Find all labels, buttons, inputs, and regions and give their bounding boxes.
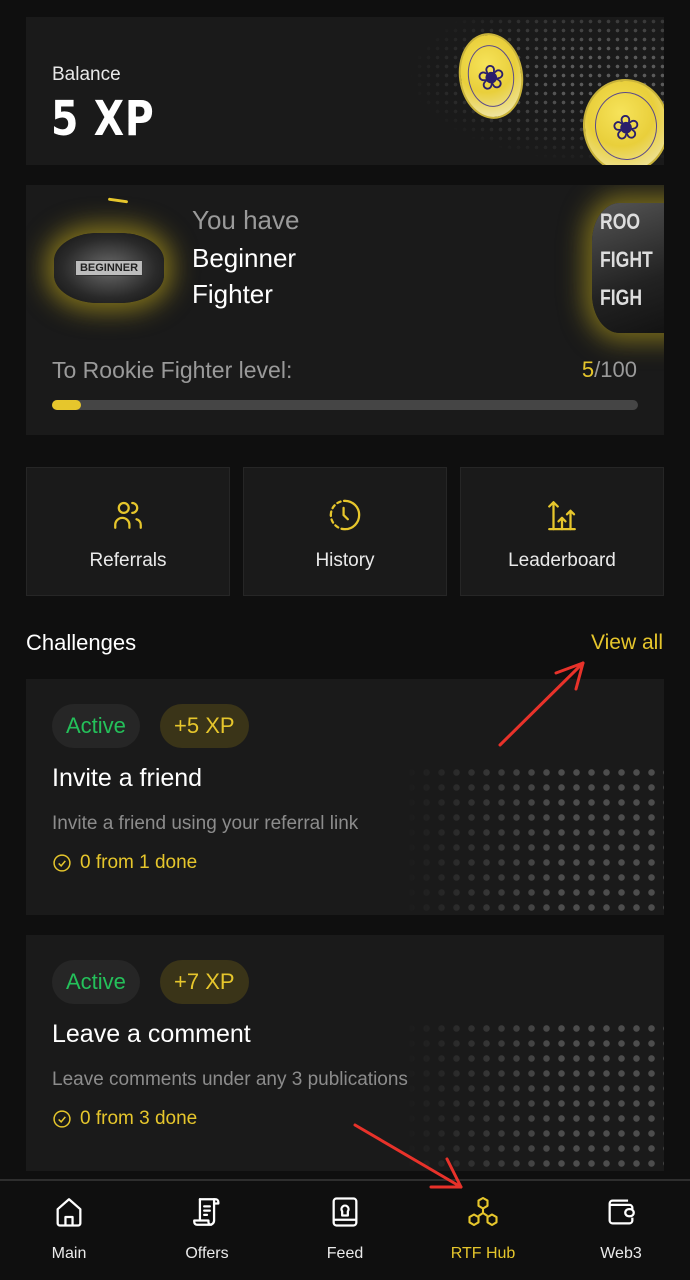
- referrals-button[interactable]: Referrals: [26, 467, 230, 596]
- nav-main[interactable]: Main: [0, 1181, 138, 1280]
- history-button[interactable]: History: [243, 467, 447, 596]
- level-card: BEGINNER You have Beginner Fighter ROO F…: [26, 185, 664, 435]
- balance-value: 5 XP: [51, 91, 155, 147]
- wallet-icon: [608, 1199, 635, 1225]
- rookie-fighter-belt-icon: ROO FIGHT FIGH: [592, 203, 664, 333]
- check-circle-icon: [53, 1110, 71, 1128]
- you-have-label: You have: [192, 205, 300, 235]
- bottom-navigation: Main Offers Feed RTF Hub Web3: [0, 1179, 690, 1280]
- challenge-progress: 0 from 3 done: [52, 1108, 197, 1130]
- dot-pattern: [404, 1021, 664, 1171]
- challenges-title: Challenges: [26, 630, 137, 655]
- current-rank: Beginner Fighter: [192, 243, 297, 309]
- leaderboard-arrows-icon: [548, 501, 576, 531]
- nav-rtf-hub[interactable]: RTF Hub: [414, 1181, 552, 1280]
- users-icon: [114, 501, 142, 529]
- feed-icon: [332, 1197, 358, 1227]
- scroll-icon: [193, 1198, 220, 1226]
- dot-pattern: [404, 765, 664, 915]
- nav-offers[interactable]: Offers: [138, 1181, 276, 1280]
- challenge-card[interactable]: Active +7 XP Leave a comment Leave comme…: [26, 935, 664, 1171]
- beginner-belt-icon: BEGINNER: [54, 233, 164, 303]
- status-badge: Active: [52, 704, 140, 748]
- blocks-network-icon: [468, 1196, 498, 1227]
- level-progress-count: 5/100: [581, 357, 637, 382]
- challenge-description: Invite a friend using your referral link: [52, 813, 359, 834]
- balance-label: Balance: [52, 64, 121, 85]
- status-badge: Active: [52, 960, 140, 1004]
- leaderboard-button[interactable]: Leaderboard: [460, 467, 664, 596]
- clock-history-icon: [329, 499, 361, 531]
- level-progress-fill: [52, 400, 82, 410]
- challenge-description: Leave comments under any 3 publications: [52, 1069, 408, 1090]
- challenge-title: Invite a friend: [52, 764, 203, 792]
- balance-card: Balance 5 XP ❀ ❀: [26, 17, 664, 165]
- challenge-progress: 0 from 1 done: [52, 852, 197, 874]
- level-progress-bar: [52, 400, 638, 410]
- nav-feed[interactable]: Feed: [276, 1181, 414, 1280]
- reward-badge: +7 XP: [160, 960, 249, 1004]
- home-icon: [56, 1198, 82, 1227]
- next-level-label: To Rookie Fighter level:: [52, 357, 293, 383]
- challenge-card[interactable]: Active +5 XP Invite a friend Invite a fr…: [26, 679, 664, 915]
- challenge-title: Leave a comment: [52, 1020, 251, 1048]
- view-all-link[interactable]: View all: [591, 631, 663, 655]
- check-circle-icon: [53, 854, 71, 872]
- nav-web3[interactable]: Web3: [552, 1181, 690, 1280]
- reward-badge: +5 XP: [160, 704, 249, 748]
